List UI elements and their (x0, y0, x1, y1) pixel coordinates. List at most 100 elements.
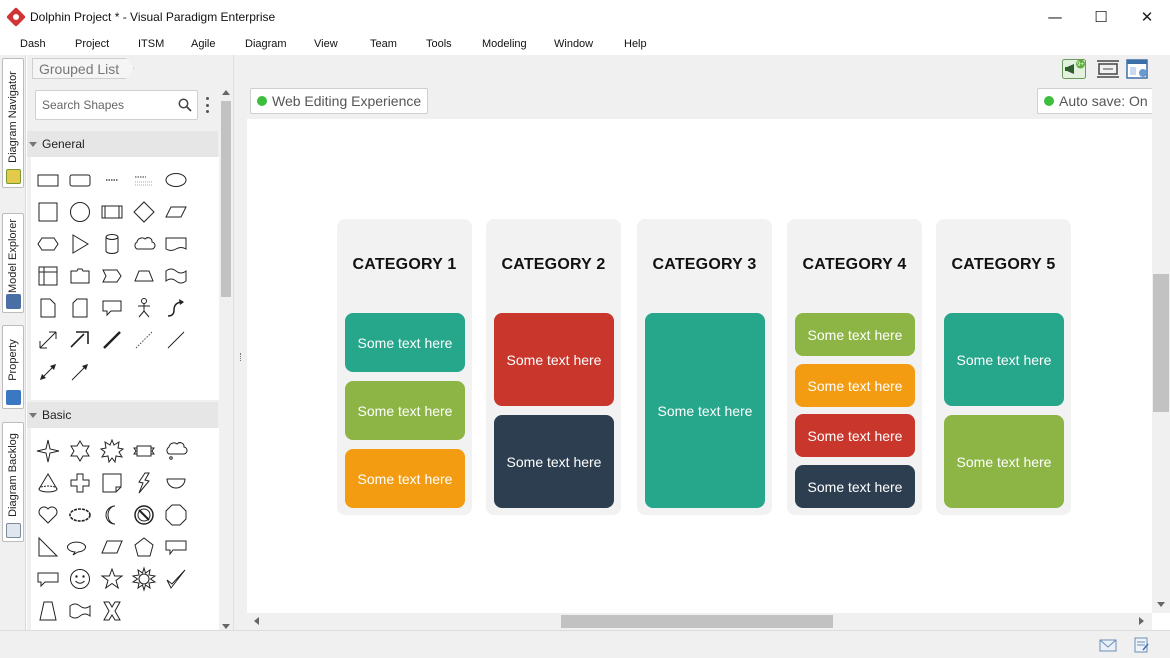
curved-arrow-shape[interactable] (162, 294, 190, 322)
heading-shape[interactable] (130, 166, 158, 194)
horizontal-scroll-thumb[interactable] (561, 615, 833, 628)
no-symbol-shape[interactable] (130, 501, 158, 529)
double-arrow-shape[interactable] (34, 326, 62, 354)
triangle-shape[interactable] (66, 230, 94, 258)
note-shape[interactable] (34, 294, 62, 322)
actor-shape[interactable] (130, 294, 158, 322)
trapezoid-shape[interactable] (130, 262, 158, 290)
vertical-scroll-thumb[interactable] (1153, 274, 1169, 412)
right-triangle-shape[interactable] (34, 533, 62, 561)
cylinder-shape[interactable] (98, 230, 126, 258)
menu-diagram[interactable]: Diagram (245, 38, 287, 50)
canvas-horizontal-scrollbar[interactable] (247, 613, 1152, 630)
smiley-shape[interactable] (66, 565, 94, 593)
cloud-callout-shape[interactable] (162, 437, 190, 465)
process-shape[interactable] (98, 198, 126, 226)
cloud-shape[interactable] (130, 230, 158, 258)
dashed-line-shape[interactable] (130, 326, 158, 354)
category-title[interactable]: CATEGORY 2 (486, 256, 621, 274)
rect-callout-shape[interactable] (162, 533, 190, 561)
check-mark-shape[interactable] (162, 565, 190, 593)
document-shape[interactable] (162, 230, 190, 258)
category-column[interactable]: CATEGORY 4 Some text here Some text here… (787, 219, 922, 515)
tab-property[interactable]: Property (2, 325, 24, 409)
category-title[interactable]: CATEGORY 4 (787, 256, 922, 274)
text-shape[interactable] (98, 166, 126, 194)
search-shapes-field[interactable] (35, 90, 198, 120)
card-shape[interactable] (66, 294, 94, 322)
wave-shape[interactable] (162, 262, 190, 290)
connector-shape[interactable] (66, 358, 94, 386)
folder-shape[interactable] (66, 262, 94, 290)
auto-save-badge[interactable]: Auto save: On (1037, 88, 1155, 114)
scroll-left-icon[interactable] (254, 617, 259, 625)
menu-tools[interactable]: Tools (426, 38, 452, 50)
tab-model-explorer[interactable]: Model Explorer (2, 213, 24, 313)
maximize-button[interactable]: ☐ (1078, 0, 1124, 33)
web-editing-badge[interactable]: Web Editing Experience (250, 88, 429, 114)
menu-agile[interactable]: Agile (191, 38, 215, 50)
category-column[interactable]: CATEGORY 1 Some text here Some text here… (337, 219, 472, 515)
panel-splitter[interactable] (233, 55, 247, 633)
menu-team[interactable]: Team (370, 38, 397, 50)
announcement-icon[interactable]: 9+ (1062, 59, 1086, 79)
rectangle-shape[interactable] (34, 166, 62, 194)
card[interactable]: Some text here (345, 449, 465, 508)
half-circle-shape[interactable] (162, 469, 190, 497)
section-general[interactable]: General (27, 131, 218, 157)
cross-shape[interactable] (66, 469, 94, 497)
layout-panel-icon[interactable] (1126, 59, 1150, 79)
card[interactable]: Some text here (795, 414, 915, 457)
hexagon-shape[interactable] (34, 230, 62, 258)
folded-corner-shape[interactable] (98, 469, 126, 497)
rounded-rectangle-shape[interactable] (66, 166, 94, 194)
notes-icon[interactable] (1132, 637, 1150, 653)
scroll-down-icon[interactable] (1157, 602, 1165, 607)
diagram-canvas[interactable]: CATEGORY 1 Some text here Some text here… (247, 119, 1152, 613)
tab-diagram-navigator[interactable]: Diagram Navigator (2, 58, 24, 188)
menu-help[interactable]: Help (624, 38, 647, 50)
close-button[interactable]: ✕ (1124, 0, 1170, 33)
tab-diagram-backlog[interactable]: Diagram Backlog (2, 422, 24, 542)
x-shape[interactable] (98, 597, 126, 625)
burst-shape[interactable] (98, 437, 126, 465)
search-input[interactable] (42, 98, 172, 112)
category-column[interactable]: CATEGORY 5 Some text here Some text here (936, 219, 1071, 515)
callout-left-shape[interactable] (34, 565, 62, 593)
table-shape[interactable] (34, 262, 62, 290)
gear-shape[interactable] (130, 565, 158, 593)
scroll-banner-shape[interactable] (130, 437, 158, 465)
star-shape[interactable] (98, 565, 126, 593)
block-arrow-shape[interactable] (66, 326, 94, 354)
category-column[interactable]: CATEGORY 3 Some text here (637, 219, 772, 515)
card[interactable]: Some text here (345, 381, 465, 440)
card[interactable]: Some text here (494, 313, 614, 406)
wavy-cloud-shape[interactable] (66, 501, 94, 529)
category-title[interactable]: CATEGORY 3 (637, 256, 772, 274)
card[interactable]: Some text here (645, 313, 765, 508)
tall-trapezoid-shape[interactable] (34, 597, 62, 625)
minimize-button[interactable]: — (1032, 0, 1078, 33)
menu-modeling[interactable]: Modeling (482, 38, 527, 50)
slanted-rectangle-shape[interactable] (98, 533, 126, 561)
pentagon-shape[interactable] (130, 533, 158, 561)
parallelogram-shape[interactable] (162, 198, 190, 226)
double-wave-shape[interactable] (66, 597, 94, 625)
card[interactable]: Some text here (944, 313, 1064, 406)
scroll-up-icon[interactable] (222, 90, 230, 95)
octagon-shape[interactable] (162, 501, 190, 529)
card[interactable]: Some text here (494, 415, 614, 508)
speech-ellipse-shape[interactable] (66, 533, 94, 561)
bidirectional-connector-shape[interactable] (34, 358, 62, 386)
breadcrumb[interactable]: Grouped List (32, 58, 135, 79)
splitter-grip-icon[interactable] (240, 353, 241, 361)
lightning-shape[interactable] (130, 469, 158, 497)
circle-shape[interactable] (66, 198, 94, 226)
scroll-down-icon[interactable] (222, 624, 230, 629)
canvas-vertical-scrollbar[interactable] (1152, 86, 1170, 613)
menu-project[interactable]: Project (75, 38, 109, 50)
menu-dash[interactable]: Dash (20, 38, 46, 50)
chevron-shape[interactable] (98, 262, 126, 290)
scroll-right-icon[interactable] (1139, 617, 1144, 625)
palette-scrollbar[interactable] (219, 85, 233, 633)
